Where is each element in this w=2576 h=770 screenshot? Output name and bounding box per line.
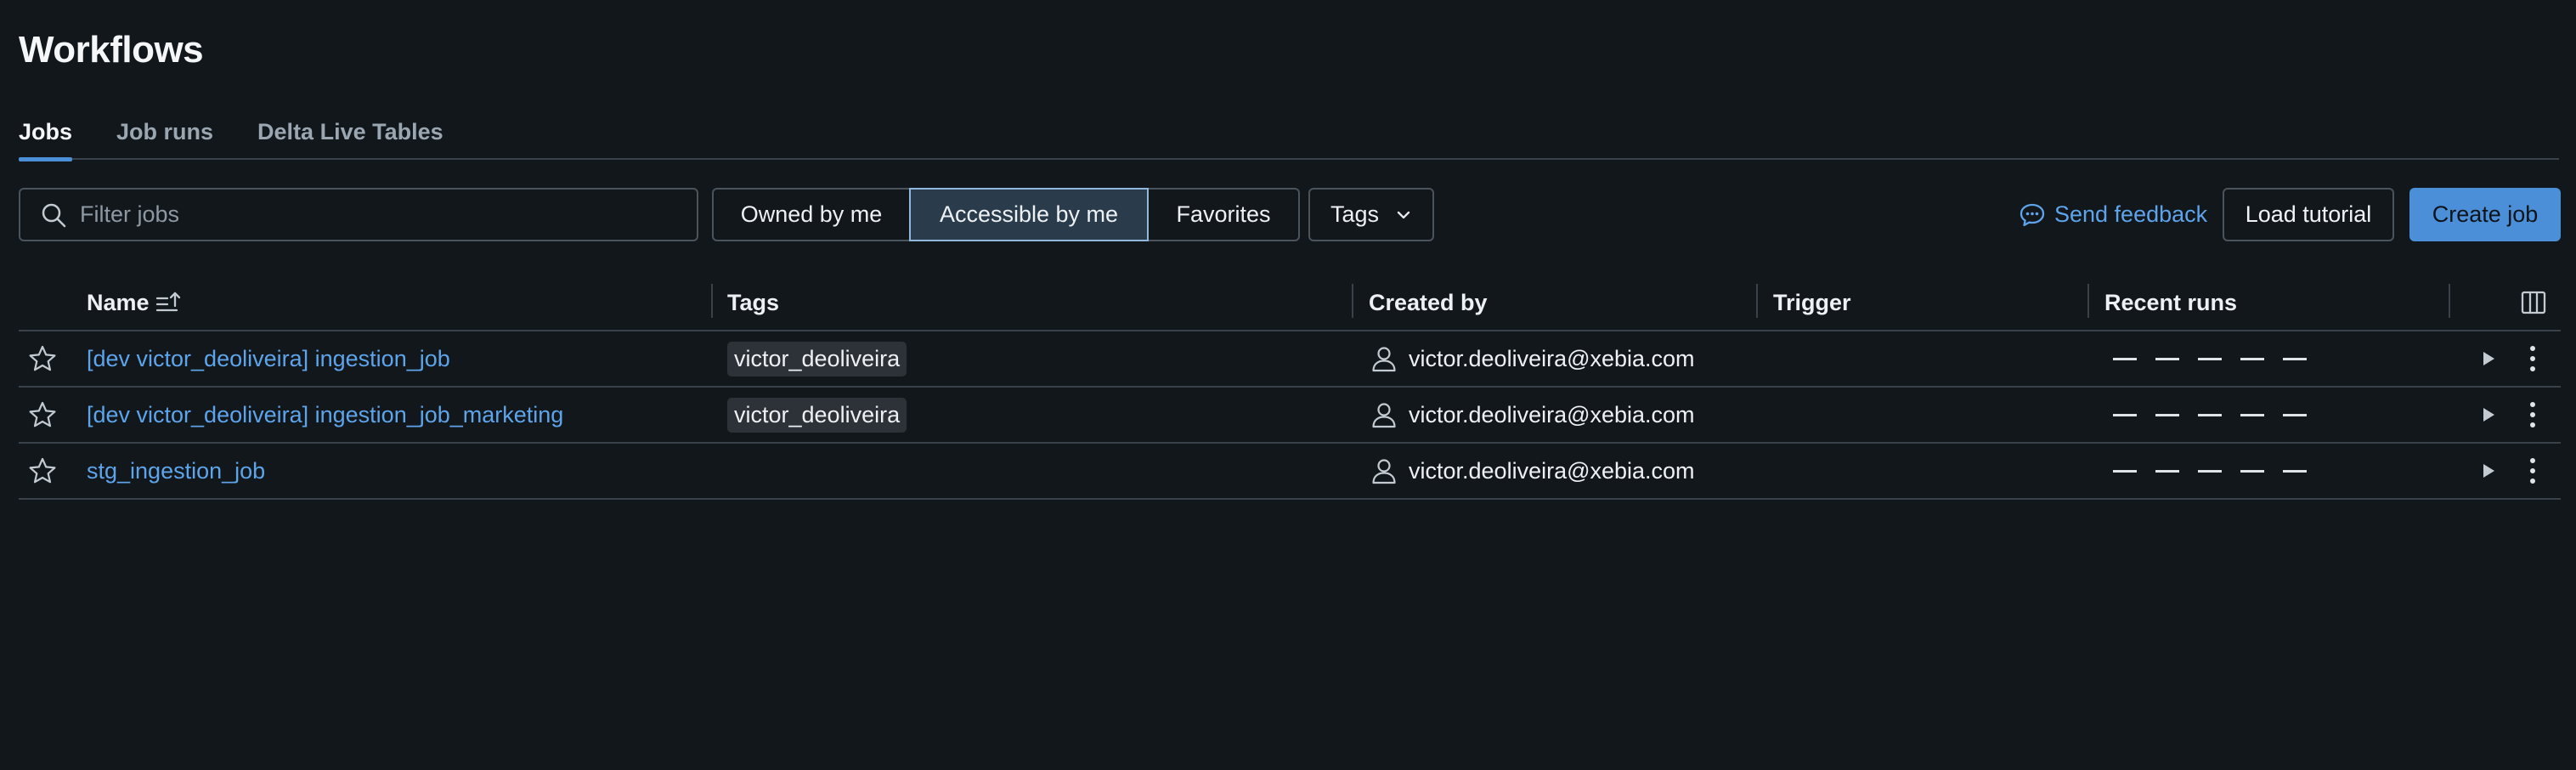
search-icon xyxy=(42,203,66,227)
tag-chip: victor_deoliveira xyxy=(727,397,907,433)
filter-jobs-input[interactable] xyxy=(80,201,675,228)
sort-icon[interactable] xyxy=(155,290,182,315)
favorites-button[interactable]: Favorites xyxy=(1147,188,1300,241)
created-by-cell: victor.deoliveira@xebia.com xyxy=(1370,444,1695,498)
feedback-icon xyxy=(2020,203,2045,226)
accessible-by-me-button[interactable]: Accessible by me xyxy=(909,188,1149,241)
star-icon xyxy=(29,401,56,427)
creator-email: victor.deoliveira@xebia.com xyxy=(1409,345,1695,371)
tab-delta-live-tables[interactable]: Delta Live Tables xyxy=(257,109,443,160)
tags-dropdown-label: Tags xyxy=(1330,201,1380,227)
run-job-button[interactable] xyxy=(2476,444,2501,498)
favorite-star-button[interactable] xyxy=(25,331,59,386)
created-by-cell: victor.deoliveira@xebia.com xyxy=(1370,388,1695,442)
kebab-icon xyxy=(2530,402,2535,427)
tag-chip: victor_deoliveira xyxy=(727,341,907,377)
table-row: [dev victor_deoliveira] ingestion_job vi… xyxy=(19,331,2561,388)
job-name-link[interactable]: [dev victor_deoliveira] ingestion_job xyxy=(87,346,450,372)
table-row: [dev victor_deoliveira] ingestion_job_ma… xyxy=(19,388,2561,444)
create-job-button[interactable]: Create job xyxy=(2409,188,2561,241)
play-icon xyxy=(2483,464,2494,478)
run-job-button[interactable] xyxy=(2476,388,2501,442)
send-feedback-link[interactable]: Send feedback xyxy=(2019,188,2207,241)
chevron-down-icon xyxy=(1397,211,1410,218)
column-header-tags: Tags xyxy=(727,289,780,315)
user-icon xyxy=(1372,459,1396,484)
row-actions-button[interactable] xyxy=(2520,444,2545,498)
favorite-star-button[interactable] xyxy=(25,388,59,442)
play-icon xyxy=(2483,408,2494,422)
column-settings-button[interactable] xyxy=(2517,274,2551,331)
table-row: stg_ingestion_job victor.deoliveira@xebi… xyxy=(19,444,2561,500)
jobs-table-header: Name Tags Created by Trigger Recent runs xyxy=(19,274,2561,331)
recent-runs-placeholder xyxy=(2113,331,2325,386)
column-header-name-label: Name xyxy=(87,289,150,315)
user-icon xyxy=(1372,347,1396,372)
column-header-trigger: Trigger xyxy=(1773,289,1851,315)
job-name-link[interactable]: [dev victor_deoliveira] ingestion_job_ma… xyxy=(87,402,563,428)
created-by-cell: victor.deoliveira@xebia.com xyxy=(1370,331,1695,386)
load-tutorial-button[interactable]: Load tutorial xyxy=(2223,188,2394,241)
star-icon xyxy=(29,345,56,371)
ownership-filter: Owned by me Accessible by me Favorites xyxy=(712,188,1300,241)
job-name-link[interactable]: stg_ingestion_job xyxy=(87,458,265,484)
page-title: Workflows xyxy=(19,29,204,71)
kebab-icon xyxy=(2530,346,2535,371)
tab-bar: Jobs Job runs Delta Live Tables xyxy=(19,109,2559,161)
column-divider[interactable] xyxy=(1756,284,1758,318)
play-icon xyxy=(2483,352,2494,365)
run-job-button[interactable] xyxy=(2476,331,2501,386)
tags-dropdown[interactable]: Tags xyxy=(1308,188,1434,241)
tab-job-runs[interactable]: Job runs xyxy=(116,109,213,160)
creator-email: victor.deoliveira@xebia.com xyxy=(1409,401,1695,427)
user-icon xyxy=(1372,403,1396,428)
owned-by-me-button[interactable]: Owned by me xyxy=(712,188,911,241)
row-actions-button[interactable] xyxy=(2520,388,2545,442)
favorite-star-button[interactable] xyxy=(25,444,59,498)
workflows-page: Workflows Jobs Job runs Delta Live Table… xyxy=(0,0,2576,770)
recent-runs-placeholder xyxy=(2113,388,2325,442)
send-feedback-label: Send feedback xyxy=(2054,201,2208,227)
column-header-name[interactable]: Name xyxy=(87,274,182,331)
recent-runs-placeholder xyxy=(2113,444,2325,498)
creator-email: victor.deoliveira@xebia.com xyxy=(1409,457,1695,484)
row-actions-button[interactable] xyxy=(2520,331,2545,386)
column-divider[interactable] xyxy=(2449,284,2450,318)
column-header-recent-runs: Recent runs xyxy=(2104,289,2238,315)
column-divider[interactable] xyxy=(1352,284,1353,318)
column-divider[interactable] xyxy=(2087,284,2089,318)
tab-jobs[interactable]: Jobs xyxy=(19,109,73,161)
filter-jobs-search[interactable] xyxy=(19,188,698,241)
star-icon xyxy=(29,457,56,484)
kebab-icon xyxy=(2530,458,2535,484)
column-divider[interactable] xyxy=(711,284,713,318)
column-header-created-by: Created by xyxy=(1369,289,1488,315)
columns-icon xyxy=(2521,291,2546,314)
